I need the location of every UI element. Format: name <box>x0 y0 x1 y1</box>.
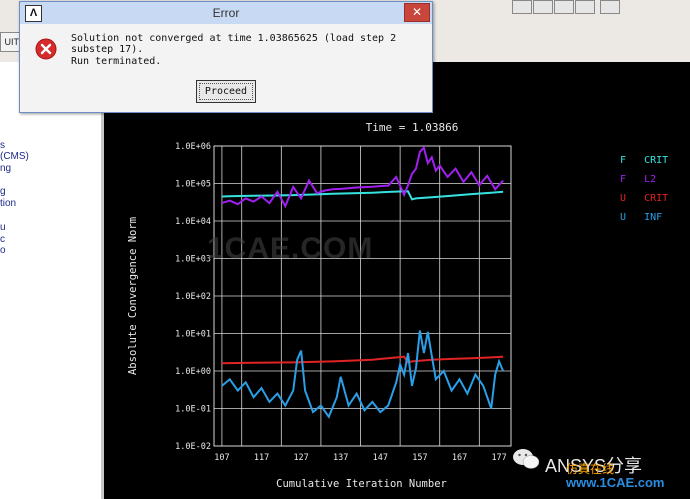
y-tick-label: 1.0E+00 <box>175 367 211 377</box>
u-crit-line <box>221 355 504 365</box>
y-tick-label: 1.0E-01 <box>175 405 211 415</box>
error-message-line: Solution not converged at time 1.0386562… <box>71 33 397 44</box>
error-message-line: substep 17). <box>71 44 144 55</box>
menu-item-fragment[interactable]: o <box>0 245 6 256</box>
y-tick-label: 1.0E-02 <box>175 442 211 452</box>
menu-item-fragment[interactable]: ng <box>0 163 11 174</box>
x-tick-label: 167 <box>452 453 467 463</box>
proceed-button[interactable]: Proceed <box>196 80 256 103</box>
f-l2-line <box>221 145 504 209</box>
graphics-window: Time = 1.03866 1.0E-02 1.0E-01 1.0E+00 1.0E+… <box>104 62 690 499</box>
menu-item-fragment[interactable]: (CMS) <box>0 151 29 162</box>
legend-entry: F CRIT <box>620 155 668 166</box>
y-axis-label: Absolute Convergence Norm <box>127 217 139 375</box>
main-menu-panel: s (CMS) ng g tion u c o <box>0 62 102 499</box>
menu-item-fragment[interactable]: tion <box>0 198 16 209</box>
x-tick-label: 177 <box>491 453 506 463</box>
menu-item-fragment[interactable]: c <box>0 234 5 245</box>
x-tick-label: 127 <box>293 453 308 463</box>
y-tick-label: 1.0E+03 <box>175 255 211 265</box>
site-watermark: www.1CAE.com <box>566 475 665 490</box>
legend-entry: U INF <box>620 212 662 223</box>
watermark: 1CAE.COM <box>207 232 374 265</box>
toolbar-button[interactable] <box>533 0 553 14</box>
menu-item-fragment[interactable]: s <box>0 140 5 151</box>
y-tick-label: 1.0E+01 <box>175 330 211 340</box>
error-message-line: Run terminated. <box>71 56 162 67</box>
close-button[interactable]: ✕ <box>404 3 430 22</box>
dialog-title-bar[interactable]: Λ Error ✕ <box>20 2 432 24</box>
toolbar-button[interactable] <box>600 0 620 14</box>
legend-entry: F L2 <box>620 174 656 185</box>
menu-item-fragment[interactable]: g <box>0 186 6 197</box>
y-tick-label: 1.0E+04 <box>175 217 211 227</box>
x-tick-label: 137 <box>333 453 348 463</box>
toolbar-button[interactable] <box>575 0 595 14</box>
wechat-icon <box>513 449 540 469</box>
x-tick-label: 157 <box>412 453 427 463</box>
y-tick-label: 1.0E+06 <box>175 142 211 152</box>
error-dialog: Λ Error ✕ Solution not converged at time… <box>19 1 433 113</box>
legend-entry: U CRIT <box>620 193 668 204</box>
convergence-chart: Time = 1.03866 1.0E-02 1.0E-01 1.0E+00 1.0E+… <box>127 121 668 490</box>
menu-item-fragment[interactable]: u <box>0 222 6 233</box>
y-tick-label: 1.0E+02 <box>175 292 211 302</box>
y-tick-label: 1.0E+05 <box>175 180 211 190</box>
x-tick-label: 147 <box>373 453 388 463</box>
chart-title: Time = 1.03866 <box>366 121 459 134</box>
toolbar-button[interactable] <box>512 0 532 14</box>
quit-button[interactable]: UIT <box>0 32 20 52</box>
toolbar-button[interactable] <box>554 0 574 14</box>
x-tick-label: 107 <box>214 453 229 463</box>
x-axis-label: Cumulative Iteration Number <box>276 478 447 490</box>
x-tick-label: 117 <box>254 453 269 463</box>
u-inf-line <box>221 330 505 419</box>
error-icon <box>35 38 57 60</box>
dialog-title: Error <box>212 6 240 20</box>
